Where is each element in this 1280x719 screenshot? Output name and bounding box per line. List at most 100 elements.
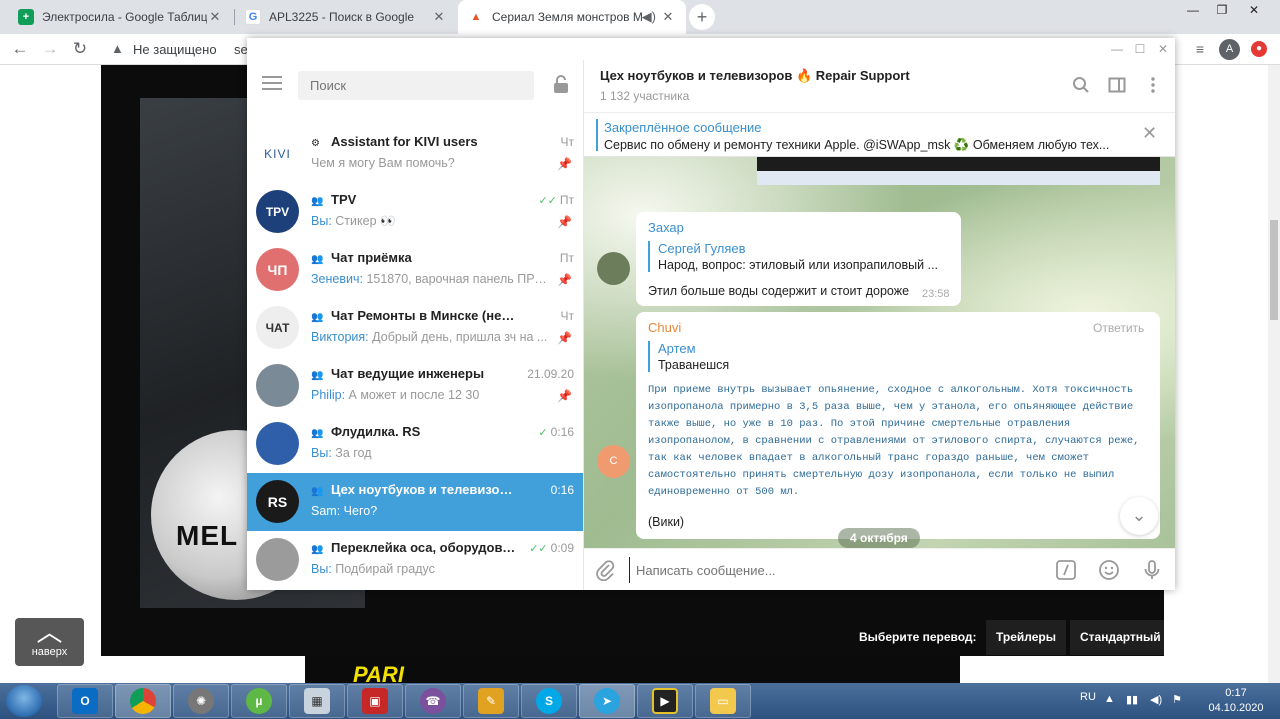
chat-time: Пт [560,251,574,265]
attach-icon[interactable] [594,559,616,581]
close-icon[interactable]: ✕ [207,9,223,25]
ad-banner[interactable]: PARI [305,656,960,683]
translation-standard-button[interactable]: Стандартный [1070,620,1164,655]
message-input[interactable] [629,557,1049,583]
chat-list-item[interactable]: ЧП 👥 Чат приёмка Пт Зеневич: 151870, варочна… [247,241,583,299]
taskbar-outlook[interactable]: O [57,684,113,718]
chat-preview: Чем я могу Вам помочь? [311,156,551,170]
back-button[interactable]: ← [8,38,32,60]
volume-icon[interactable]: ◀) [1150,693,1162,706]
sidebar-toggle-icon[interactable] [1108,76,1126,94]
extension-icon[interactable]: ● [1251,41,1267,57]
forward-button[interactable]: → [38,38,62,60]
telegram-title-bar: — ☐ ✕ [247,38,1175,60]
profile-avatar[interactable]: A [1219,39,1240,60]
scroll-down-button[interactable]: ⌄ [1120,497,1158,535]
sheets-icon: + [18,9,34,25]
search-input[interactable] [298,71,534,100]
pin-icon: 📌 [557,331,572,345]
chat-list-item[interactable]: TPV 👥 TPV ✓✓ Пт Вы: Стикер 👀 📌 [247,183,583,241]
taskbar-video-player[interactable]: ▶ [637,684,693,718]
chat-list-item[interactable]: 👥 Переклейка оса, оборудовани... ✓✓ 0:09 Вы:… [247,531,583,589]
tg-maximize-button[interactable]: ☐ [1130,40,1150,58]
notification-icon[interactable]: ⚑ [1172,693,1182,706]
preview-text: Подбирай градус [335,562,435,576]
taskbar-explorer[interactable]: ▭ [695,684,751,718]
preview-text: 151870, варочная панель ПРС... [366,272,551,286]
menu-icon[interactable] [262,76,282,92]
tray-arrow-icon[interactable]: ▲ [1104,693,1115,705]
message-bubble[interactable]: Захар Сергей Гуляев Народ, вопрос: этило… [636,212,961,306]
chat-title[interactable]: Цех ноутбуков и телевизоров 🔥 Repair Sup… [600,68,910,84]
chat-header[interactable]: Цех ноутбуков и телевизоров 🔥 Repair Sup… [584,60,1175,112]
chat-list-item[interactable]: RS👥Цех ноутбуков и телевизоров ...0:16Sa… [247,473,583,531]
message-author[interactable]: Chuvi [648,320,681,335]
taskbar-chrome[interactable] [115,684,171,718]
tab-title: APL3225 - Поиск в Google [269,10,415,24]
taskbar-save-tool[interactable]: ▣ [347,684,403,718]
commands-icon[interactable] [1055,559,1077,581]
page-scrollbar[interactable] [1268,65,1280,683]
chat-time: Чт [561,135,575,149]
preview-sender: Вы: [311,562,332,576]
start-button[interactable] [6,685,42,717]
pinned-message[interactable]: Закреплённое сообщение Сервис по обмену … [584,112,1175,157]
microphone-icon[interactable] [1141,559,1163,581]
maximize-button[interactable]: ❐ [1205,0,1239,22]
chat-avatar: ЧАТ [256,306,299,349]
reply-quote[interactable]: Артем Траванешся [648,341,948,372]
chat-time-text: 21.09.20 [527,367,574,381]
chat-list-item[interactable]: ЧАТ 👥 Чат Ремонты в Минске (не быт) Чт Викто… [247,299,583,357]
utorrent-icon: µ [246,688,272,714]
new-tab-button[interactable]: + [689,4,715,30]
chat-list-item[interactable]: 👥 Флудилка. RS ✓ 0:16 Вы: За год [247,415,583,473]
tg-minimize-button[interactable]: — [1107,40,1127,58]
user-avatar[interactable] [597,252,630,285]
taskbar-telegram[interactable]: ➤ [579,684,635,718]
translation-trailers-button[interactable]: Трейлеры [986,620,1066,655]
network-icon[interactable]: ▮▮ [1126,693,1138,706]
close-icon[interactable]: ✕ [431,9,447,25]
lock-icon[interactable] [552,74,570,94]
viber-icon: ☎ [420,688,446,714]
language-indicator[interactable]: RU [1080,691,1096,703]
taskbar-skype[interactable]: S [521,684,577,718]
tg-close-button[interactable]: ✕ [1153,40,1173,58]
chat-list-item[interactable]: 👥 Чат ведущие инженеры 21.09.20 Philip: А м… [247,357,583,415]
reply-action-button[interactable]: Ответить [1093,321,1144,335]
reading-list-icon[interactable]: ≡ [1188,38,1212,60]
tab-sheets[interactable]: + Электросила - Google Таблицы ✕ [8,0,233,34]
taskbar-viber[interactable]: ☎ [405,684,461,718]
speaker-icon[interactable]: ◀) [642,9,656,25]
address-bar[interactable]: se [234,42,248,57]
message-time: 23:58 [922,288,950,300]
emoji-icon[interactable] [1098,559,1120,581]
user-avatar[interactable]: C [597,445,630,478]
preview-text: А может и после 12 30 [348,388,480,402]
close-icon[interactable]: ✕ [660,9,676,25]
preview-text: Добрый день, пришла зч на ... [372,330,548,344]
reply-quote[interactable]: Сергей Гуляев Народ, вопрос: этиловый ил… [648,241,948,272]
reload-button[interactable]: ↻ [68,38,92,60]
chat-list-item[interactable]: KIVI ⚙ Assistant for KIVI users Чт Чем я мог… [247,125,583,183]
screenshot-image[interactable] [757,157,1160,185]
taskbar-utorrent[interactable]: µ [231,684,287,718]
scroll-to-top-button[interactable]: ︿ наверх [15,618,84,666]
taskbar-calculator[interactable]: ▦ [289,684,345,718]
scrollbar-thumb[interactable] [1270,220,1278,320]
taskbar-tool[interactable]: ✎ [463,684,519,718]
tab-google-search[interactable]: G APL3225 - Поиск в Google ✕ [235,0,457,34]
taskbar-settings-tool[interactable]: ✺ [173,684,229,718]
tab-series[interactable]: ▲ Сериал Земля монстров М ◀) ✕ [458,0,686,34]
message-bubble[interactable]: Chuvi Ответить Артем Траванешся При прие… [636,312,1160,539]
preview-sender: Вы: [311,214,332,228]
close-pinned-icon[interactable]: ✕ [1142,123,1157,144]
not-secure-label[interactable]: Не защищено [133,42,217,57]
more-options-icon[interactable] [1144,76,1162,94]
message-author[interactable]: Захар [648,220,684,235]
close-window-button[interactable]: ✕ [1237,0,1271,22]
search-icon[interactable] [1072,76,1090,94]
system-clock[interactable]: 0:17 04.10.2020 [1196,686,1276,716]
message-area[interactable]: Захар Сергей Гуляев Народ, вопрос: этило… [584,157,1175,548]
gear-icon: ✺ [188,688,214,714]
